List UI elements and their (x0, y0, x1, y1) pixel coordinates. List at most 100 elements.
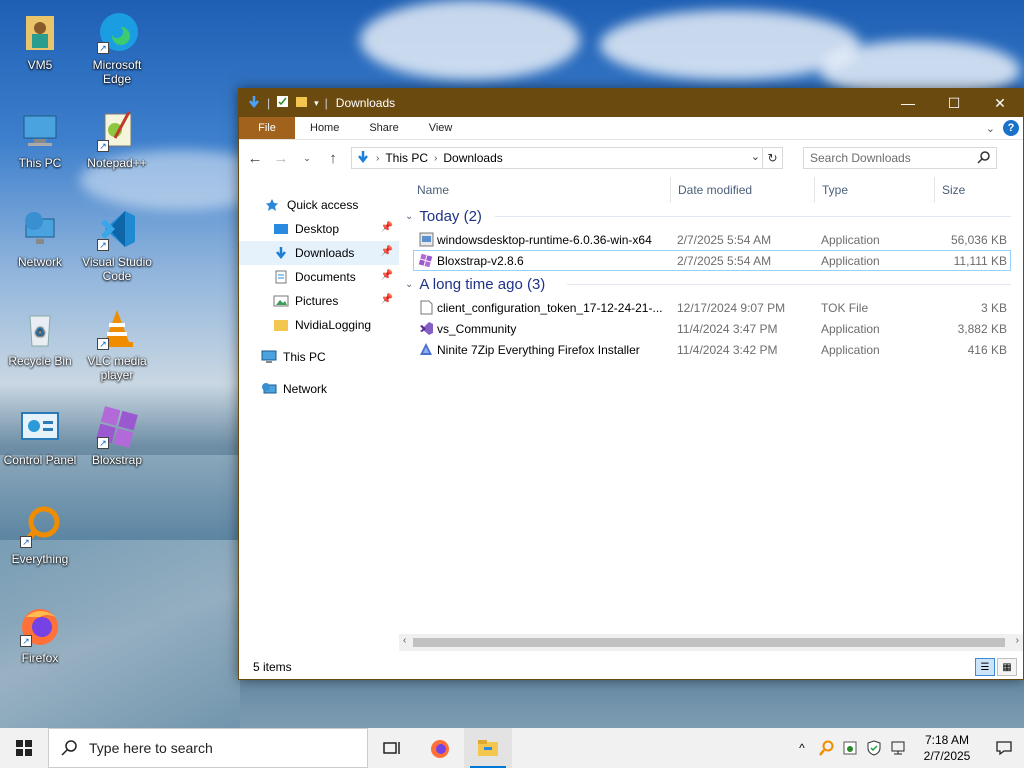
file-date: 11/4/2024 3:42 PM (677, 343, 778, 357)
desktop-icon-label: Microsoft Edge (92, 58, 142, 86)
nav-this-pc[interactable]: This PC (239, 345, 399, 369)
desktop-icon-vlc[interactable]: ↗ VLC media player (77, 306, 157, 382)
file-explorer-icon (478, 740, 498, 756)
customize-toolbar-chevron-icon[interactable]: ▾ (314, 98, 319, 109)
nav-label: Downloads (295, 246, 355, 260)
nav-documents[interactable]: Documents 📌 (239, 265, 399, 289)
group-label: Today (2) (419, 207, 482, 225)
file-row[interactable]: Ninite 7Zip Everything Firefox Installer… (399, 339, 1023, 360)
quick-access-toolbar: | ▾ | (239, 95, 328, 112)
column-size[interactable]: Size (942, 183, 965, 197)
column-divider[interactable] (814, 177, 815, 203)
desktop-icon-this-pc[interactable]: This PC (0, 108, 80, 170)
nav-pictures[interactable]: Pictures 📌 (239, 289, 399, 313)
computer-icon (18, 108, 62, 152)
file-row[interactable]: windowsdesktop-runtime-6.0.36-win-x64 2/… (399, 229, 1023, 250)
address-row: ← → ⌄ ↑ › This PC › Downloads ⌄ ↻ Search… (239, 140, 1023, 176)
properties-icon[interactable] (276, 95, 289, 111)
close-button[interactable]: ✕ (977, 89, 1023, 117)
scroll-left-arrow-icon[interactable]: ‹ (403, 635, 406, 646)
group-header-long-time-ago[interactable]: ⌄ A long time ago (3) (399, 271, 1023, 297)
minimize-button[interactable]: — (885, 89, 931, 117)
network-tray-icon[interactable] (886, 728, 910, 768)
file-row[interactable]: vs_Community 11/4/2024 3:47 PM Applicati… (399, 318, 1023, 339)
address-dropdown-chevron-icon[interactable]: ⌄ (751, 150, 760, 163)
user-folder-icon (18, 10, 62, 54)
nav-network[interactable]: Network (239, 377, 399, 401)
recycle-bin-icon: ♻ (18, 306, 62, 350)
breadcrumb-downloads[interactable]: Downloads (443, 151, 502, 165)
toolbar-divider: | (324, 96, 328, 110)
taskbar-search-input[interactable]: Type here to search (48, 728, 368, 768)
desktop-icon-everything[interactable]: ↗ Everything (0, 504, 80, 566)
desktop-folder-icon (273, 222, 289, 236)
search-icon (61, 740, 77, 756)
taskbar-file-explorer-button[interactable] (464, 728, 512, 768)
action-center-button[interactable] (984, 728, 1024, 768)
column-type[interactable]: Type (822, 183, 848, 197)
desktop-icon-label: Everything (11, 552, 69, 566)
expand-ribbon-chevron-icon[interactable]: ⌄ (986, 122, 995, 135)
column-name[interactable]: Name (417, 183, 449, 197)
desktop-icon-bloxstrap[interactable]: ↗ Bloxstrap (77, 405, 157, 467)
search-downloads-input[interactable]: Search Downloads (803, 147, 997, 169)
file-row[interactable]: Bloxstrap-v2.8.6 2/7/2025 5:54 AM Applic… (413, 250, 1011, 271)
group-header-today[interactable]: ⌄ Today (2) (399, 203, 1023, 229)
security-shield-icon[interactable] (862, 728, 886, 768)
desktop-icon-control-panel[interactable]: Control Panel (0, 405, 80, 467)
maximize-button[interactable]: ☐ (931, 89, 977, 117)
column-divider[interactable] (670, 177, 671, 203)
nav-quick-access[interactable]: Quick access (239, 193, 399, 217)
horizontal-scrollbar[interactable]: ‹ › (399, 634, 1023, 651)
tab-view[interactable]: View (414, 117, 468, 139)
file-explorer-window[interactable]: | ▾ | Downloads — ☐ ✕ File Home Share Vi… (238, 88, 1024, 680)
window-title: Downloads (335, 96, 396, 110)
desktop-icon-notepad-plus-plus[interactable]: ↗ Notepad++ (77, 108, 157, 170)
system-clock[interactable]: 7:18 AM 2/7/2025 (910, 732, 984, 764)
tab-file[interactable]: File (239, 117, 295, 139)
help-icon[interactable]: ? (1003, 120, 1019, 136)
start-button[interactable] (0, 728, 48, 768)
installer-app-icon (419, 232, 434, 247)
network-icon (261, 382, 277, 396)
column-date-modified[interactable]: Date modified (678, 183, 752, 197)
nav-desktop[interactable]: Desktop 📌 (239, 217, 399, 241)
recent-locations-chevron-icon[interactable]: ⌄ (299, 153, 315, 164)
tab-home[interactable]: Home (295, 117, 354, 139)
nav-nvidialogging[interactable]: NvidiaLogging (239, 313, 399, 337)
everything-tray-icon[interactable] (814, 728, 838, 768)
desktop-icon-vm5[interactable]: VM5 (0, 10, 80, 72)
column-divider[interactable] (934, 177, 935, 203)
details-view-icon[interactable]: ☰ (975, 658, 995, 676)
desktop-icon-microsoft-edge[interactable]: ↗ Microsoft Edge (77, 10, 157, 86)
nav-label: Quick access (287, 198, 359, 212)
desktop-icon-firefox[interactable]: ↗ Firefox (0, 603, 80, 665)
show-hidden-icons-chevron-icon[interactable]: ^ (790, 728, 814, 768)
breadcrumb-this-pc[interactable]: This PC (385, 151, 428, 165)
file-date: 12/17/2024 9:07 PM (677, 301, 786, 315)
nav-label: This PC (283, 350, 326, 364)
back-arrow-icon[interactable]: ← (247, 150, 263, 167)
scroll-right-arrow-icon[interactable]: › (1016, 635, 1019, 646)
new-folder-icon[interactable] (295, 95, 308, 111)
notepad-tray-icon[interactable] (838, 728, 862, 768)
clock-date: 2/7/2025 (923, 749, 971, 763)
refresh-icon[interactable]: ↻ (762, 148, 782, 168)
tab-share[interactable]: Share (354, 117, 413, 139)
taskbar-firefox-button[interactable] (416, 728, 464, 768)
nav-downloads[interactable]: Downloads 📌 (239, 241, 399, 265)
title-bar[interactable]: | ▾ | Downloads — ☐ ✕ (239, 89, 1023, 117)
desktop-icon-visual-studio-code[interactable]: ↗ Visual Studio Code (77, 207, 157, 283)
desktop-icon-network[interactable]: Network (0, 207, 80, 269)
task-view-button[interactable] (368, 728, 416, 768)
address-bar[interactable]: › This PC › Downloads ⌄ ↻ (351, 147, 783, 169)
file-row[interactable]: client_configuration_token_17-12-24-21-.… (399, 297, 1023, 318)
up-arrow-icon[interactable]: ↑ (325, 150, 341, 167)
cloud (360, 0, 580, 80)
forward-arrow-icon[interactable]: → (273, 150, 289, 167)
desktop-icon-recycle-bin[interactable]: ♻ Recycle Bin (0, 306, 80, 368)
scrollbar-thumb[interactable] (413, 638, 1005, 647)
pin-icon: 📌 (380, 294, 393, 305)
nav-label: Documents (295, 270, 356, 284)
large-icons-view-icon[interactable]: ▦ (997, 658, 1017, 676)
